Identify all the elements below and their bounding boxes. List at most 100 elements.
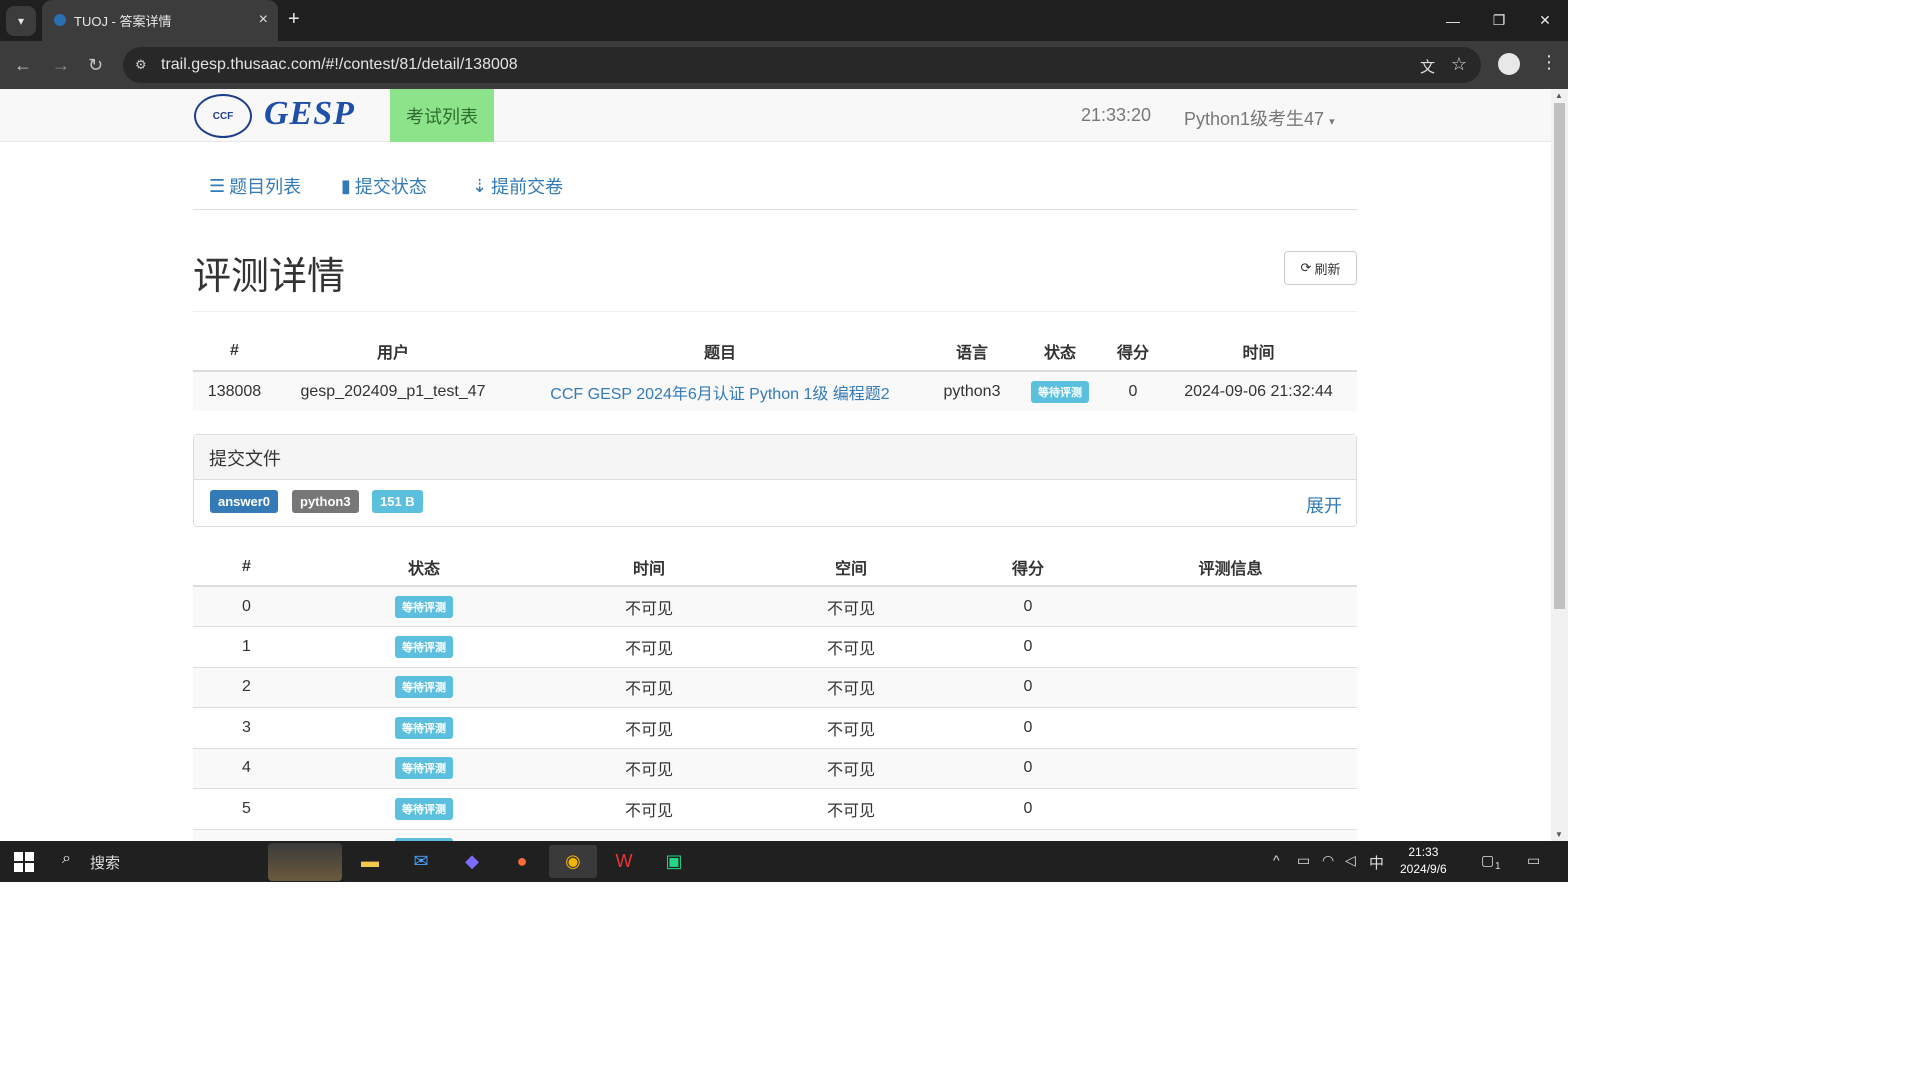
refresh-button[interactable]: ⟳ 刷新 (1284, 251, 1357, 285)
status-badge: 等待评测 (1031, 380, 1089, 403)
case-col-score: 得分 (952, 548, 1104, 587)
copilot-icon[interactable]: ◆ (448, 845, 496, 878)
minimize-icon[interactable]: — (1430, 0, 1476, 41)
case-score: 0 (952, 626, 1104, 668)
page-title: 评测详情 (193, 256, 346, 298)
mail-icon[interactable]: ✉ (397, 845, 445, 878)
case-score: 0 (952, 586, 1104, 627)
case-score: 0 (952, 667, 1104, 708)
scroll-up-icon[interactable]: ▲ (1555, 91, 1563, 100)
tray-date: 2024/9/6 (1400, 862, 1447, 876)
page-scrollbar[interactable]: ▲ ▼ (1551, 89, 1568, 841)
subnav-submit-early[interactable]: ⇣ 提前交卷 (472, 173, 563, 199)
browser-tab[interactable]: TUOJ - 答案详情 × (42, 0, 278, 41)
tab-search-icon[interactable]: ▾ (6, 6, 36, 36)
case-status: 等待评测 (300, 788, 548, 830)
restore-icon[interactable]: ❐ (1476, 0, 1522, 41)
gesp-logo[interactable]: GESP (264, 95, 355, 133)
title-divider (193, 311, 1357, 312)
user-name: Python1级考生47 (1184, 109, 1325, 129)
submission-table: # 用户 题目 语言 状态 得分 时间 138008 gesp_202409_p… (193, 331, 1357, 411)
case-id: 4 (193, 748, 300, 789)
case-col-status: 状态 (300, 548, 548, 587)
file-explorer-icon[interactable]: ▬ (346, 845, 394, 878)
submission-time: 2024-09-06 21:32:44 (1160, 371, 1357, 411)
scroll-thumb[interactable] (1554, 103, 1565, 609)
clock-display: 21:33:20 (1081, 105, 1152, 125)
case-status: 等待评测 (300, 667, 548, 708)
submission-language: python3 (930, 371, 1014, 411)
case-status: 等待评测 (300, 626, 548, 668)
table-row: 6等待评测 (193, 829, 1357, 841)
paint-drop-icon[interactable]: ● (498, 845, 546, 878)
status-badge: 等待评测 (395, 797, 453, 820)
reload-icon[interactable]: ↻ (88, 55, 103, 76)
expand-link[interactable]: 展开 (1306, 492, 1342, 518)
tray-clock[interactable]: 21:33 2024/9/6 (1400, 844, 1447, 878)
forward-icon[interactable]: → (52, 55, 70, 76)
action-center-icon[interactable]: ▭ (1527, 852, 1540, 869)
problem-link[interactable]: CCF GESP 2024年6月认证 Python 1级 编程题2 (550, 386, 889, 403)
nav-exam-list[interactable]: 考试列表 (390, 89, 494, 142)
url-text: trail.gesp.thusaac.com/#!/contest/81/det… (161, 56, 518, 73)
case-space (750, 829, 952, 841)
case-status: 等待评测 (300, 707, 548, 749)
profile-icon[interactable] (1498, 53, 1520, 75)
status-badge: 等待评测 (395, 757, 453, 780)
tray-expand-icon[interactable]: ^ (1273, 852, 1280, 868)
case-info (1104, 829, 1357, 841)
case-space: 不可见 (750, 788, 952, 830)
case-id: 5 (193, 788, 300, 830)
col-status: 状态 (1014, 331, 1106, 372)
wps-icon[interactable]: W (600, 845, 648, 878)
battery-icon[interactable]: ▭ (1297, 852, 1310, 869)
subnav-status[interactable]: ▮ 提交状态 (341, 173, 427, 199)
ccf-logo[interactable]: CCF (194, 94, 252, 138)
testcase-rows: 0 等待评测 不可见 不可见 0 1 等待评测 不可见 不可见 0 2 等待评测 不可见 不可见 0 3 等待评… (193, 586, 1357, 841)
file-language-label: python3 (292, 490, 359, 513)
case-space: 不可见 (750, 667, 952, 708)
case-space: 不可见 (750, 748, 952, 789)
notification-count: 1 (1495, 861, 1501, 872)
case-col-info: 评测信息 (1104, 548, 1357, 587)
status-badge: 等待评测 (395, 676, 453, 699)
submission-status: 等待评测 (1014, 371, 1106, 411)
search-icon[interactable]: ⌕ (62, 850, 71, 868)
chrome-icon[interactable]: ◉ (549, 845, 597, 878)
case-id: 6 (193, 829, 300, 841)
case-status: 等待评测 (300, 748, 548, 789)
new-tab-icon[interactable]: + (288, 8, 300, 31)
scroll-down-icon[interactable]: ▼ (1555, 830, 1563, 839)
translate-icon[interactable]: 文 (1420, 56, 1435, 77)
status-badge: 等待评测 (395, 716, 453, 739)
address-bar[interactable]: ⚙ trail.gesp.thusaac.com/#!/contest/81/d… (123, 47, 1481, 83)
search-highlight-image[interactable] (268, 843, 342, 881)
contest-subnav: ☰ 题目列表 ▮ 提交状态 ⇣ 提前交卷 (193, 159, 1357, 210)
table-row: 4 等待评测 不可见 不可见 0 (193, 748, 1357, 789)
volume-icon[interactable]: ◁ (1345, 852, 1356, 869)
file-name-label: answer0 (210, 490, 279, 513)
notification-icon[interactable]: ▢ (1481, 852, 1494, 869)
tab-title: TUOJ - 答案详情 (74, 14, 172, 29)
back-icon[interactable]: ← (14, 55, 32, 76)
user-menu[interactable]: Python1级考生47 ▾ (1184, 105, 1335, 131)
bookmark-star-icon[interactable]: ☆ (1451, 54, 1467, 75)
windows-start-icon[interactable] (14, 852, 34, 872)
close-tab-icon[interactable]: × (259, 11, 268, 29)
site-info-icon[interactable]: ⚙ (135, 57, 149, 72)
col-language: 语言 (930, 331, 1014, 372)
taskbar-search[interactable]: 搜索 (90, 852, 120, 873)
col-score: 得分 (1106, 331, 1160, 372)
pycharm-icon[interactable]: ▣ (650, 845, 698, 878)
wifi-icon[interactable]: ◠ (1322, 852, 1334, 869)
case-status: 等待评测 (300, 829, 548, 841)
subnav-problems[interactable]: ☰ 题目列表 (209, 173, 301, 199)
case-info (1104, 748, 1357, 789)
more-menu-icon[interactable]: ⋮ (1540, 52, 1558, 73)
file-size-label: 151 B (372, 490, 423, 513)
case-time: 不可见 (548, 586, 750, 627)
close-window-icon[interactable]: ✕ (1522, 0, 1568, 41)
submission-problem: CCF GESP 2024年6月认证 Python 1级 编程题2 (510, 371, 930, 411)
case-time: 不可见 (548, 626, 750, 668)
ime-indicator[interactable]: 中 (1369, 852, 1384, 873)
